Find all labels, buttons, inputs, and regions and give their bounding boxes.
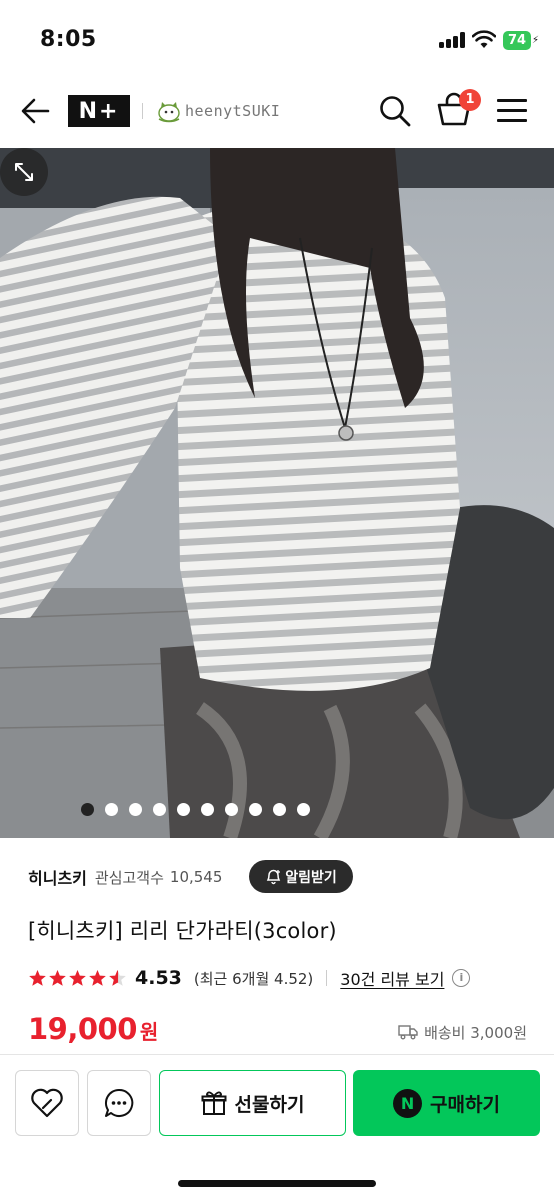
carousel-dot[interactable] (129, 803, 142, 816)
carousel-dots[interactable] (0, 803, 554, 817)
rating-row: 4.53 (최근 6개월 4.52) 30건 리뷰 보기 i (28, 963, 471, 993)
price-value: 19,000 (28, 1012, 137, 1046)
wifi-icon (472, 30, 496, 48)
shipping-fee: 배송비 3,000원 (424, 1023, 527, 1042)
product-photo-illustration (0, 148, 554, 838)
chat-bubble-icon (104, 1088, 134, 1117)
search-icon[interactable] (378, 94, 412, 128)
back-arrow-icon[interactable] (18, 94, 52, 128)
carousel-dot[interactable] (81, 803, 94, 816)
home-indicator[interactable] (178, 1180, 376, 1187)
notify-label: 알림받기 (285, 869, 337, 886)
charging-bolt-icon: ⚡ (532, 35, 540, 46)
heart-icon (31, 1088, 63, 1118)
rating-divider (326, 970, 328, 986)
followers-label: 관심고객수 (94, 868, 164, 887)
carousel-dot[interactable] (201, 803, 214, 816)
chat-button[interactable] (87, 1070, 151, 1136)
star-rating (28, 969, 127, 988)
brand-name[interactable]: 히니츠키 (28, 865, 87, 889)
expand-icon[interactable] (0, 148, 48, 196)
cat-logo-icon (158, 102, 180, 123)
star-icon (29, 969, 46, 986)
price-row: 19,000 원 (28, 1012, 158, 1052)
gift-icon (201, 1091, 227, 1115)
product-photo[interactable] (0, 148, 554, 838)
star-icon (69, 969, 86, 986)
info-icon[interactable]: i (452, 969, 471, 987)
carousel-dot[interactable] (105, 803, 118, 816)
followers-count: 10,545 (169, 868, 223, 886)
carousel-dot[interactable] (177, 803, 190, 816)
rating-value: 4.53 (135, 967, 182, 989)
cellular-signal-icon (439, 32, 465, 48)
naver-pay-badge: N (393, 1088, 423, 1118)
carousel-dot[interactable] (249, 803, 262, 816)
shipping-info: 배송비 3,000원 (398, 1020, 527, 1044)
star-icon (89, 969, 106, 986)
buy-button[interactable]: N 구매하기 (353, 1070, 540, 1136)
wishlist-button[interactable] (15, 1070, 79, 1136)
shop-logo-text: heenytSUKI (185, 102, 281, 120)
status-time: 8:05 (40, 27, 97, 52)
status-bar: 8:05 74 ⚡ (0, 0, 554, 82)
bell-plus-icon (267, 869, 281, 885)
star-icon (109, 969, 126, 986)
truck-icon (398, 1025, 418, 1040)
cart-count-badge: 1 (459, 89, 481, 111)
price-unit: 원 (139, 1020, 159, 1044)
review-link[interactable]: 30건 리뷰 보기 (340, 966, 444, 990)
naver-plus-logo[interactable]: N+ (68, 95, 130, 127)
battery-indicator: 74 (503, 31, 531, 50)
gift-button[interactable]: 선물하기 (159, 1070, 346, 1136)
shop-logo[interactable]: heenytSUKI (157, 96, 280, 126)
carousel-dot[interactable] (273, 803, 286, 816)
top-nav-bar: N+ heenytSUKI 1 (0, 82, 554, 148)
buy-label: 구매하기 (430, 1093, 500, 1116)
carousel-dot[interactable] (225, 803, 238, 816)
product-title: [히니츠키] 리리 단가라티(3color) (28, 919, 337, 943)
gift-label: 선물하기 (234, 1093, 305, 1116)
carousel-dot[interactable] (297, 803, 310, 816)
nav-divider (142, 103, 143, 119)
bottom-action-bar: 선물하기 N 구매하기 (0, 1054, 554, 1200)
recent-rating: (최근 6개월 4.52) (193, 969, 314, 988)
hamburger-menu-icon[interactable] (497, 96, 527, 124)
star-icon (49, 969, 66, 986)
carousel-dot[interactable] (153, 803, 166, 816)
brand-row: 히니츠키 관심고객수 10,545 (28, 862, 222, 892)
notify-button[interactable]: 알림받기 (249, 860, 353, 893)
